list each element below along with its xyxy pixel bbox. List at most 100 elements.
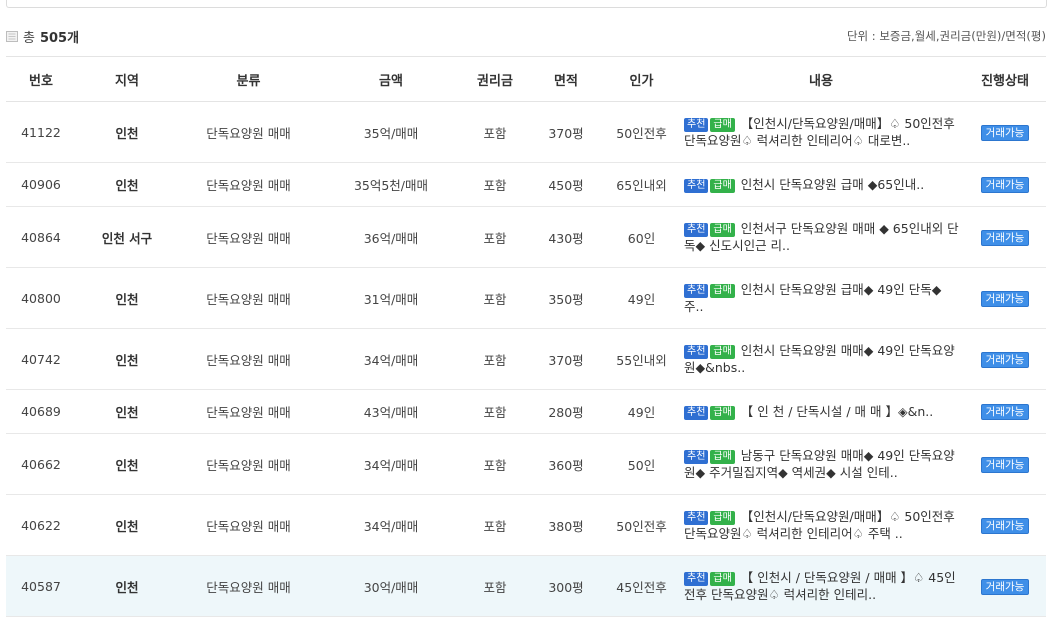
recommend-badge: 추천 — [684, 572, 709, 586]
cell-content: 추천 급매 인천서구 단독요양원 매매 ◆ 65인내외 단독◆ 신도시인근 리.. — [678, 206, 964, 268]
cell-premium: 포함 — [463, 162, 527, 207]
cell-content: 추천 급매 【인천시/단독요양원/매매】♤ 50인전후 단독요양원♤ 럭셔리한 인… — [678, 101, 964, 163]
listing-title-link[interactable]: 【 인 천 / 단독시설 / 매 매 】◈&n.. — [741, 404, 933, 419]
cell-number: 40742 — [6, 328, 76, 390]
status-badge: 거래가능 — [980, 517, 1030, 534]
cell-area: 360평 — [527, 433, 605, 495]
cell-status: 거래가능 — [964, 162, 1046, 207]
cell-region: 인천 — [76, 162, 178, 207]
cell-category: 단독요양원 매매 — [178, 267, 319, 329]
cell-status: 거래가능 — [964, 267, 1046, 329]
cell-price: 43억/매매 — [319, 389, 463, 434]
table-row[interactable]: 40662 인천 단독요양원 매매 34억/매매 포함 360평 50인 추천 급… — [6, 433, 1046, 495]
urgent-badge: 급매 — [710, 345, 735, 359]
cell-region: 인천 — [76, 101, 178, 163]
recommend-badge: 추천 — [684, 450, 709, 464]
cell-status: 거래가능 — [964, 494, 1046, 556]
status-badge: 거래가능 — [980, 290, 1030, 307]
cell-category: 단독요양원 매매 — [178, 162, 319, 207]
cell-number: 40662 — [6, 433, 76, 495]
cell-content: 추천 급매 【 인 천 / 단독시설 / 매 매 】◈&n.. — [678, 389, 964, 434]
status-badge: 거래가능 — [980, 456, 1030, 473]
header-status[interactable]: 진행상태 — [964, 56, 1046, 102]
cell-content: 추천 급매 남동구 단독요양원 매매◆ 49인 단독요양원◆ 주거밀집지역◆ 역세… — [678, 433, 964, 495]
cell-status: 거래가능 — [964, 206, 1046, 268]
header-area[interactable]: 면적 — [527, 56, 605, 102]
listing-table-wrapper: 번호 지역 분류 금액 권리금 면적 인가 내용 진행상태 41122 인천 단… — [6, 56, 1046, 618]
cell-price: 34억/매매 — [319, 433, 463, 495]
recommend-badge: 추천 — [684, 345, 709, 359]
recommend-badge: 추천 — [684, 179, 709, 193]
table-row[interactable]: 40864 인천 서구 단독요양원 매매 36억/매매 포함 430평 60인 … — [6, 206, 1046, 268]
recommend-badge: 추천 — [684, 223, 709, 237]
table-row[interactable]: 41122 인천 단독요양원 매매 35억/매매 포함 370평 50인전후 추… — [6, 101, 1046, 163]
cell-status: 거래가능 — [964, 389, 1046, 434]
cell-number: 40587 — [6, 555, 76, 617]
cell-area: 450평 — [527, 162, 605, 207]
cell-capacity: 50인전후 — [605, 494, 678, 556]
cell-status: 거래가능 — [964, 555, 1046, 617]
table-row[interactable]: 40587 인천 단독요양원 매매 30억/매매 포함 300평 45인전후 추… — [6, 555, 1046, 617]
cell-region: 인천 — [76, 433, 178, 495]
header-category[interactable]: 분류 — [178, 56, 319, 102]
header-content[interactable]: 내용 — [678, 56, 964, 102]
cell-premium: 포함 — [463, 433, 527, 495]
cell-area: 300평 — [527, 555, 605, 617]
cell-premium: 포함 — [463, 389, 527, 434]
header-price[interactable]: 금액 — [319, 56, 463, 102]
cell-premium: 포함 — [463, 267, 527, 329]
table-row[interactable]: 40689 인천 단독요양원 매매 43억/매매 포함 280평 49인 추천 급… — [6, 389, 1046, 434]
cell-area: 280평 — [527, 389, 605, 434]
unit-note: 단위 : 보증금,월세,권리금(만원)/면적(평) — [846, 29, 1046, 43]
cell-premium: 포함 — [463, 101, 527, 163]
listing-title-link[interactable]: 인천시 단독요양원 급매 ◆65인내.. — [741, 177, 924, 192]
table-row[interactable]: 40742 인천 단독요양원 매매 34억/매매 포함 370평 55인내외 추… — [6, 328, 1046, 390]
cell-region: 인천 — [76, 555, 178, 617]
urgent-badge: 급매 — [710, 284, 735, 298]
cell-content: 추천 급매 인천시 단독요양원 급매 ◆65인내.. — [678, 162, 964, 207]
urgent-badge: 급매 — [710, 118, 735, 132]
header-premium[interactable]: 권리금 — [463, 56, 527, 102]
cell-capacity: 50인전후 — [605, 101, 678, 163]
cell-region: 인천 — [76, 389, 178, 434]
cell-capacity: 45인전후 — [605, 555, 678, 617]
table-row[interactable]: 40622 인천 단독요양원 매매 34억/매매 포함 380평 50인전후 추… — [6, 494, 1046, 556]
urgent-badge: 급매 — [710, 511, 735, 525]
cell-capacity: 49인 — [605, 267, 678, 329]
header-number[interactable]: 번호 — [6, 56, 76, 102]
header-capacity[interactable]: 인가 — [605, 56, 678, 102]
cell-capacity: 49인 — [605, 389, 678, 434]
header-region[interactable]: 지역 — [76, 56, 178, 102]
cell-price: 36억/매매 — [319, 206, 463, 268]
cell-capacity: 65인내외 — [605, 162, 678, 207]
cell-number: 40622 — [6, 494, 76, 556]
cell-category: 단독요양원 매매 — [178, 389, 319, 434]
urgent-badge: 급매 — [710, 572, 735, 586]
cell-price: 34억/매매 — [319, 328, 463, 390]
cell-category: 단독요양원 매매 — [178, 328, 319, 390]
cell-premium: 포함 — [463, 328, 527, 390]
cell-category: 단독요양원 매매 — [178, 101, 319, 163]
cell-category: 단독요양원 매매 — [178, 494, 319, 556]
table-header-row: 번호 지역 분류 금액 권리금 면적 인가 내용 진행상태 — [6, 56, 1046, 102]
cell-status: 거래가능 — [964, 433, 1046, 495]
recommend-badge: 추천 — [684, 284, 709, 298]
cell-region: 인천 서구 — [76, 206, 178, 268]
total-count: 총 505개 — [6, 27, 79, 46]
cell-number: 40906 — [6, 162, 76, 207]
urgent-badge: 급매 — [710, 450, 735, 464]
cell-area: 370평 — [527, 328, 605, 390]
recommend-badge: 추천 — [684, 406, 709, 420]
search-panel-bottom — [6, 0, 1047, 8]
cell-area: 370평 — [527, 101, 605, 163]
cell-capacity: 55인내외 — [605, 328, 678, 390]
cell-area: 350평 — [527, 267, 605, 329]
cell-number: 40689 — [6, 389, 76, 434]
cell-number: 40864 — [6, 206, 76, 268]
table-row[interactable]: 40800 인천 단독요양원 매매 31억/매매 포함 350평 49인 추천 급… — [6, 267, 1046, 329]
table-row[interactable]: 40906 인천 단독요양원 매매 35억5천/매매 포함 450평 65인내외… — [6, 162, 1046, 207]
cell-price: 30억/매매 — [319, 555, 463, 617]
cell-content: 추천 급매 【 인천시 / 단독요양원 / 매매 】♤ 45인전후 단독요양원♤ … — [678, 555, 964, 617]
cell-capacity: 50인 — [605, 433, 678, 495]
cell-number: 40800 — [6, 267, 76, 329]
